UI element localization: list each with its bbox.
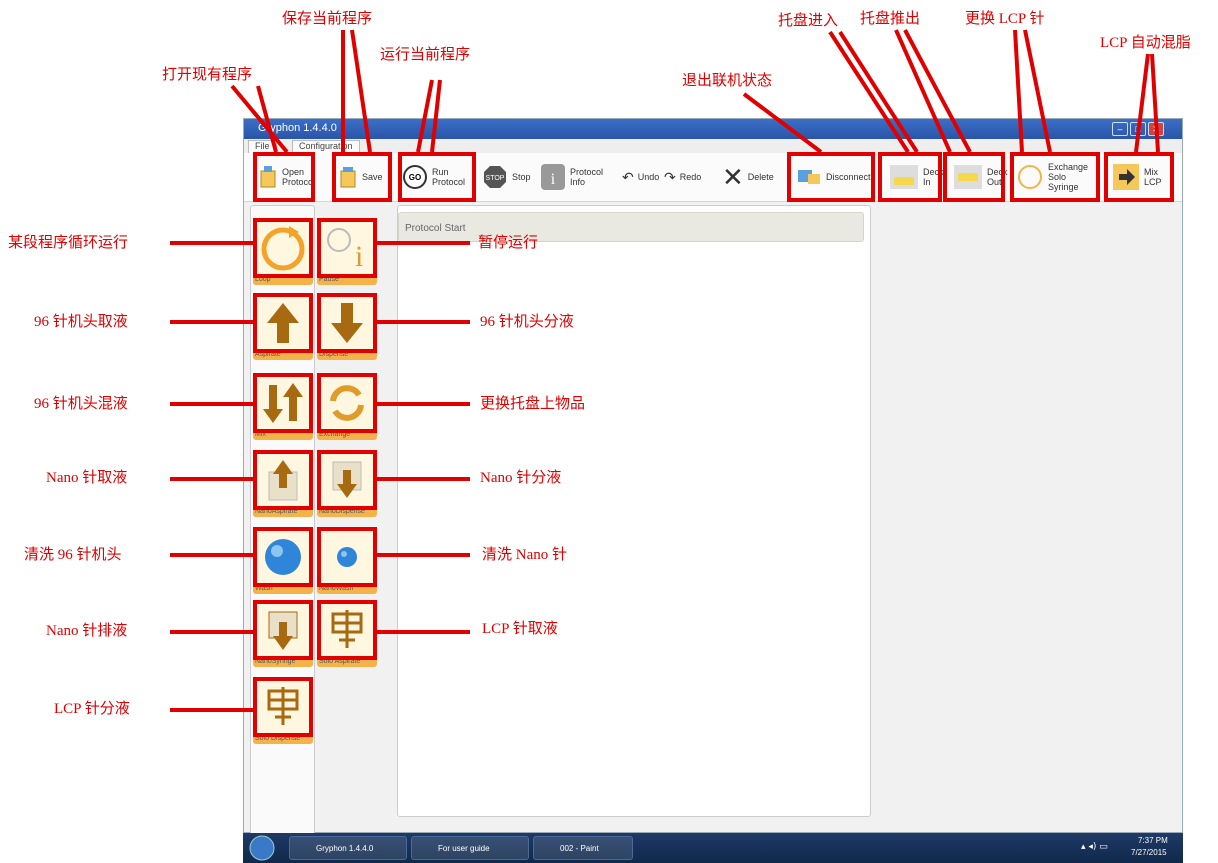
protocol-canvas[interactable] xyxy=(397,205,871,817)
tool-aspirate[interactable]: Aspirate xyxy=(253,293,313,360)
highlight-deck-in xyxy=(878,152,942,202)
redo-button[interactable]: ↷ Redo xyxy=(664,153,720,201)
clock-date: 7/27/2015 xyxy=(1131,848,1167,857)
highlight-run xyxy=(398,152,476,202)
taskbar-item-folder[interactable]: For user guide xyxy=(411,836,529,860)
svg-text:STOP: STOP xyxy=(486,175,505,182)
tool-nano-syringe[interactable]: NanoSyringe xyxy=(253,600,313,667)
annotation-nano-dispense: Nano 针分液 xyxy=(480,470,562,486)
svg-text:i: i xyxy=(551,171,556,188)
annotation-exchange-deck: 更换托盘上物品 xyxy=(480,396,586,412)
minimize-button[interactable]: – xyxy=(1112,122,1128,136)
tool-exchange[interactable]: Exchange xyxy=(317,373,377,440)
protocol-info-button[interactable]: i Protocol Info xyxy=(540,153,610,201)
annotation-nano-wash: 清洗 Nano 针 xyxy=(482,547,567,563)
close-button[interactable]: ✕ xyxy=(1148,122,1164,136)
annotation-exchange: 更换 LCP 针 xyxy=(965,11,1045,27)
annotation-disconnect: 退出联机状态 xyxy=(682,73,773,89)
tool-solo-dispense[interactable]: Solo Dispense xyxy=(253,677,313,744)
info-icon: i xyxy=(541,164,565,190)
annotation-dispense: 96 针机头分液 xyxy=(480,314,574,330)
maximize-button[interactable]: □ xyxy=(1130,122,1146,136)
annotation-nano-aspirate: Nano 针取液 xyxy=(46,470,128,486)
annotation-wash: 清洗 96 针机头 xyxy=(24,547,122,563)
highlight-exchange xyxy=(1010,152,1100,202)
taskbar-item-paint[interactable]: 002 - Paint xyxy=(533,836,633,860)
tool-nano-dispense[interactable]: NanoDispense xyxy=(317,450,377,517)
annotation-run: 运行当前程序 xyxy=(380,47,471,63)
highlight-open xyxy=(253,152,315,202)
start-orb-icon[interactable] xyxy=(247,833,277,863)
clock-time: 7:37 PM xyxy=(1138,836,1168,845)
tool-dispense[interactable]: Dispense xyxy=(317,293,377,360)
title-bar: Gryphon 1.4.4.0 – □ ✕ xyxy=(244,119,1182,139)
annotation-solo-dispense: LCP 针分液 xyxy=(54,701,130,717)
taskbar-item-gryphon[interactable]: Gryphon 1.4.4.0 xyxy=(289,836,407,860)
annotation-nano-syringe: Nano 针排液 xyxy=(46,623,128,639)
protocol-start-step[interactable]: Protocol Start xyxy=(398,212,864,242)
delete-button[interactable]: ✕ Delete xyxy=(722,153,788,201)
highlight-deck-out xyxy=(943,152,1005,202)
tool-loop[interactable]: Loop xyxy=(253,218,313,285)
delete-icon: ✕ xyxy=(722,161,744,192)
annotation-deck-in: 托盘进入 xyxy=(778,13,839,29)
highlight-mix xyxy=(1104,152,1174,202)
annotation-solo-aspirate: LCP 针取液 xyxy=(482,621,558,637)
highlight-disconnect xyxy=(787,152,875,202)
stop-icon: STOP xyxy=(484,166,506,188)
annotation-save: 保存当前程序 xyxy=(282,11,373,27)
tool-mix[interactable]: Mix xyxy=(253,373,313,440)
tray-icons[interactable]: ▴ ◂) ▭ xyxy=(1081,842,1108,852)
annotation-mix: LCP 自动混脂 xyxy=(1100,35,1191,51)
window-title: Gryphon 1.4.4.0 xyxy=(258,122,337,134)
annotation-mix96: 96 针机头混液 xyxy=(34,396,128,412)
highlight-save xyxy=(332,152,392,202)
annotation-aspirate: 96 针机头取液 xyxy=(34,314,128,330)
annotation-loop: 某段程序循环运行 xyxy=(8,235,129,251)
tool-nano-wash[interactable]: NanoWash xyxy=(317,527,377,594)
undo-icon: ↶ xyxy=(622,168,634,185)
annotation-deck-out: 托盘推出 xyxy=(860,11,921,27)
annotation-open: 打开现有程序 xyxy=(162,67,253,83)
annotation-pause: 暂停运行 xyxy=(478,235,539,251)
tool-nano-aspirate[interactable]: NanoAspirate xyxy=(253,450,313,517)
tool-solo-aspirate[interactable]: Solo Aspirate xyxy=(317,600,377,667)
taskbar: Gryphon 1.4.4.0 For user guide 002 - Pai… xyxy=(243,833,1183,863)
tool-pause[interactable]: i Pause xyxy=(317,218,377,285)
redo-icon: ↷ xyxy=(664,168,676,185)
tool-wash[interactable]: Wash xyxy=(253,527,313,594)
